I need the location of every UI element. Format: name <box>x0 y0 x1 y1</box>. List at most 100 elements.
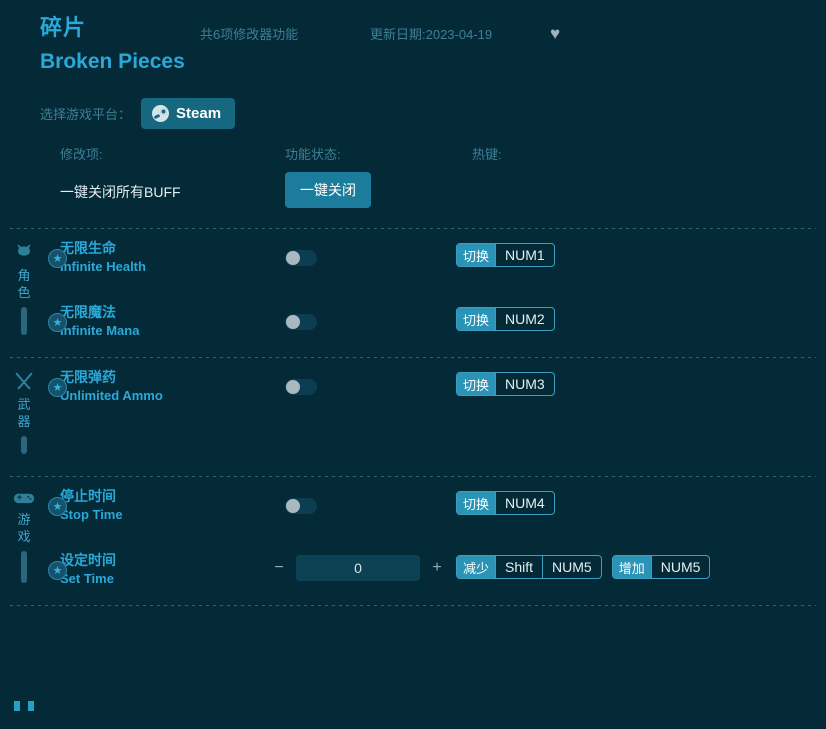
option-hotkeys: 切换 NUM1 <box>456 243 555 267</box>
hotkey-group[interactable]: 切换 NUM4 <box>456 491 555 515</box>
section-rows: 无限生命 Infinite Health ★ 切换 NUM1 无限魔法 Infinite M… <box>48 229 826 357</box>
option-name-en: Infinite Health <box>60 259 146 274</box>
disable-all-buffs-button[interactable]: 一键关闭 <box>285 172 371 208</box>
option-star-badge[interactable]: ★ <box>48 378 67 397</box>
option-names: 无限弹药 Unlimited Ammo <box>60 368 185 405</box>
gamepad-icon <box>13 489 35 507</box>
hotkey-key2-label: NUM5 <box>542 556 601 578</box>
feature-count-label: 共6项修改器功能 <box>200 27 299 42</box>
section-aside-label: 武器 <box>17 397 31 429</box>
footer-marks <box>14 701 34 711</box>
toggle-knob <box>286 499 300 513</box>
option-name-cn: 无限弹药 <box>60 369 116 385</box>
hotkey-key-label: NUM5 <box>650 556 710 578</box>
hotkey-action-label: 切换 <box>457 244 496 266</box>
section-武器: 武器 无限弹药 Unlimited Ammo ★ 切换 NUM3 <box>0 358 826 476</box>
hotkey-group[interactable]: 切换 NUM1 <box>456 243 555 267</box>
hotkey-group[interactable]: 切换 NUM2 <box>456 307 555 331</box>
option-name-cn: 设定时间 <box>60 552 116 568</box>
option-stepper: −+ <box>270 555 446 581</box>
option-name-cn: 无限生命 <box>60 240 116 256</box>
hotkey-action-label: 切换 <box>457 492 496 514</box>
column-header-state: 功能状态: <box>285 147 341 162</box>
sections-container: 角色 无限生命 Infinite Health ★ 切换 NUM1 无限魔法 Infinite… <box>0 228 826 606</box>
section-aside-bar <box>21 551 27 583</box>
option-names: 设定时间 Set Time <box>60 551 185 588</box>
option-toggle[interactable] <box>285 250 317 266</box>
section-aside-bar <box>21 307 27 335</box>
favorite-heart-icon[interactable]: ♥ <box>550 25 560 42</box>
option-names: 停止时间 Stop Time <box>60 487 185 524</box>
option-hotkeys: 减少 Shift NUM5 增加 NUM5 <box>456 555 711 579</box>
hotkey-key-label: NUM3 <box>495 373 554 395</box>
disable-all-buffs-label: 一键关闭所有BUFF <box>60 184 181 200</box>
section-aside: 角色 <box>0 229 48 357</box>
footer-mark <box>28 701 34 711</box>
toggle-knob <box>286 315 300 329</box>
option-toggle[interactable] <box>285 379 317 395</box>
stepper-increment-button[interactable]: + <box>428 559 446 577</box>
platform-steam-label: Steam <box>176 104 222 122</box>
option-hotkeys: 切换 NUM2 <box>456 307 555 331</box>
hotkey-group[interactable]: 增加 NUM5 <box>611 555 711 579</box>
hotkey-action-label: 切换 <box>457 373 496 395</box>
footer-mark <box>14 701 20 711</box>
platform-selector-row: 选择游戏平台： Steam <box>0 90 826 136</box>
section-divider <box>10 605 816 606</box>
option-toggle[interactable] <box>285 498 317 514</box>
option-star-badge[interactable]: ★ <box>48 497 67 516</box>
toggle-knob <box>286 251 300 265</box>
section-aside: 武器 <box>0 358 48 476</box>
section-aside-label: 游戏 <box>17 512 31 544</box>
section-aside: 游戏 <box>0 477 48 605</box>
hotkey-key-label: NUM1 <box>495 244 554 266</box>
app-header: 碎片 Broken Pieces 共6项修改器功能 更新日期:2023-04-1… <box>0 0 826 90</box>
option-hotkeys: 切换 NUM4 <box>456 491 555 515</box>
section-游戏: 游戏停止时间Stop Time★切换NUM4设定时间Set Time★−+减少S… <box>0 477 826 605</box>
option-name-en: Set Time <box>60 571 114 586</box>
option-row: 无限生命 Infinite Health ★ 切换 NUM1 <box>48 229 826 293</box>
option-row: 停止时间 Stop Time ★ 切换 NUM4 <box>48 477 826 541</box>
option-toggle[interactable] <box>285 314 317 330</box>
option-star-badge[interactable]: ★ <box>48 313 67 332</box>
option-row: 无限魔法 Infinite Mana ★ 切换 NUM2 <box>48 293 826 357</box>
option-star-badge[interactable]: ★ <box>48 249 67 268</box>
header-meta: 共6项修改器功能 更新日期:2023-04-19 ♥ <box>200 24 600 43</box>
update-date-label: 更新日期:2023-04-19 <box>370 27 493 42</box>
hotkey-key-label: Shift <box>495 556 542 578</box>
hotkey-key-label: NUM2 <box>495 308 554 330</box>
steam-icon <box>152 104 170 122</box>
hotkey-action-label: 增加 <box>612 556 651 578</box>
hotkey-action-label: 减少 <box>457 556 496 578</box>
section-rows: 停止时间Stop Time★切换NUM4设定时间Set Time★−+减少Shi… <box>48 477 826 605</box>
option-names: 无限生命 Infinite Health <box>60 239 185 276</box>
option-name-en: Infinite Mana <box>60 323 140 338</box>
stepper-value-input[interactable] <box>296 555 420 581</box>
hotkey-group[interactable]: 切换 NUM3 <box>456 372 555 396</box>
column-headers: 修改项: 功能状态: 热键: <box>0 144 826 172</box>
armor-helmet-icon <box>13 241 35 263</box>
column-header-hotkey: 热键: <box>472 147 502 162</box>
platform-label: 选择游戏平台： <box>40 106 132 122</box>
option-star-badge[interactable]: ★ <box>48 561 67 580</box>
hotkey-action-label: 切换 <box>457 308 496 330</box>
hotkey-key-label: NUM4 <box>495 492 554 514</box>
toggle-knob <box>286 380 300 394</box>
option-names: 无限魔法 Infinite Mana <box>60 303 185 340</box>
platform-steam-button[interactable]: Steam <box>141 97 236 129</box>
option-name-cn: 停止时间 <box>60 488 116 504</box>
section-aside-bar <box>21 436 27 454</box>
hotkey-group[interactable]: 减少 Shift NUM5 <box>456 555 602 579</box>
section-角色: 角色 无限生命 Infinite Health ★ 切换 NUM1 无限魔法 Infinite… <box>0 229 826 357</box>
stepper-decrement-button[interactable]: − <box>270 559 288 577</box>
section-aside-label: 角色 <box>17 268 31 300</box>
section-rows: 无限弹药 Unlimited Ammo ★ 切换 NUM3 <box>48 358 826 476</box>
option-name-en: Unlimited Ammo <box>60 388 163 403</box>
option-row: 无限弹药 Unlimited Ammo ★ 切换 NUM3 <box>48 358 826 422</box>
option-hotkeys: 切换 NUM3 <box>456 372 555 396</box>
column-header-mod: 修改项: <box>60 147 103 162</box>
crossed-swords-icon <box>13 370 35 392</box>
disable-all-buffs-row: 一键关闭所有BUFF 一键关闭 <box>0 172 826 228</box>
option-row: 设定时间Set Time★−+减少ShiftNUM5增加NUM5 <box>48 541 826 605</box>
option-name-en: Stop Time <box>60 507 123 522</box>
